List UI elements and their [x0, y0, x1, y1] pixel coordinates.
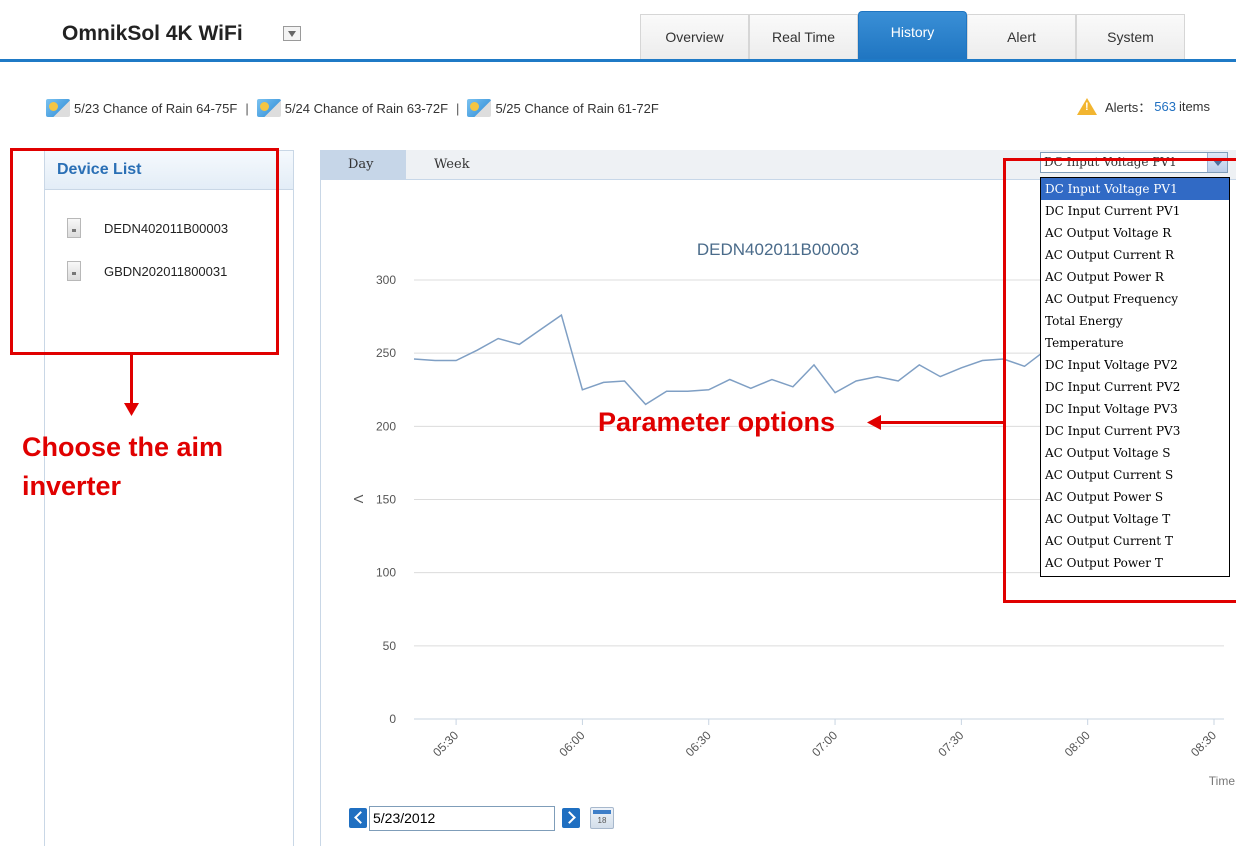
- y-tick-label: 300: [376, 273, 396, 287]
- chart-title: DEDN402011B00003: [697, 240, 859, 259]
- next-date-button[interactable]: [562, 808, 580, 828]
- inverter-arrow-line: [130, 355, 133, 407]
- alerts-label: Alerts：: [1105, 99, 1152, 115]
- site-selector-dropdown[interactable]: [283, 26, 301, 41]
- tab-overview[interactable]: Overview: [640, 14, 749, 60]
- app-title: OmnikSol 4K WiFi: [62, 22, 243, 45]
- parameter-annotation: Parameter options: [598, 407, 836, 437]
- tab-week[interactable]: Week: [406, 150, 496, 180]
- app-header: OmnikSol 4K WiFi Overview Real Time Hist…: [0, 0, 1236, 62]
- date-field[interactable]: 5/23/2012: [369, 806, 555, 831]
- y-tick-label: 0: [389, 712, 396, 726]
- tab-alert[interactable]: Alert: [967, 14, 1076, 60]
- tab-real-time[interactable]: Real Time: [749, 14, 858, 60]
- x-tick-label: 07:00: [809, 728, 840, 759]
- tab-day[interactable]: Day: [320, 150, 406, 180]
- main-tabs: Overview Real Time History Alert System: [640, 11, 1185, 60]
- inverter-highlight-box: [10, 148, 279, 355]
- alerts-summary: Alerts： 563 items: [1077, 96, 1210, 116]
- x-tick-label: 06:00: [556, 728, 587, 759]
- y-tick-label: 100: [376, 566, 396, 580]
- alerts-count-link[interactable]: 563: [1154, 99, 1176, 114]
- weather-separator: |: [456, 100, 460, 116]
- x-tick-label: 08:00: [1062, 728, 1093, 759]
- y-axis-label: V: [351, 495, 366, 504]
- inverter-annotation: Choose the aim inverter: [22, 432, 224, 501]
- y-tick-label: 50: [383, 639, 397, 653]
- tab-system[interactable]: System: [1076, 14, 1185, 60]
- parameter-arrow-line: [880, 421, 1004, 424]
- tab-history[interactable]: History: [858, 11, 967, 60]
- weather-day-3: 5/25 Chance of Rain 61-72F: [495, 100, 659, 116]
- series-line: [413, 313, 1047, 406]
- alerts-unit: items: [1178, 98, 1210, 114]
- weather-separator: |: [245, 100, 249, 116]
- parameter-highlight-box: [1003, 158, 1236, 603]
- partly-cloudy-icon: [256, 99, 281, 117]
- x-tick-label: 05:30: [430, 728, 461, 759]
- weather-day-2: 5/24 Chance of Rain 63-72F: [284, 100, 449, 116]
- x-tick-label: 06:30: [683, 728, 714, 759]
- x-axis-label: Time: [1209, 774, 1236, 788]
- warning-icon: [1077, 97, 1097, 115]
- x-tick-label: 07:30: [935, 728, 966, 759]
- weather-forecast: 5/23 Chance of Rain 64-75F | 5/24 Chance…: [46, 98, 659, 118]
- y-tick-label: 200: [376, 419, 396, 433]
- partly-cloudy-icon: [467, 99, 492, 117]
- y-tick-label: 150: [376, 493, 396, 507]
- calendar-icon[interactable]: 18: [590, 807, 614, 829]
- header-divider: [0, 59, 1236, 62]
- x-tick-label: 08:30: [1188, 728, 1219, 759]
- arrow-down-icon: [124, 403, 139, 416]
- weather-day-1: 5/23 Chance of Rain 64-75F: [74, 100, 238, 116]
- calendar-icon-day: 18: [597, 816, 607, 825]
- y-tick-label: 250: [376, 346, 396, 360]
- previous-date-button[interactable]: [349, 808, 367, 828]
- partly-cloudy-icon: [46, 99, 70, 117]
